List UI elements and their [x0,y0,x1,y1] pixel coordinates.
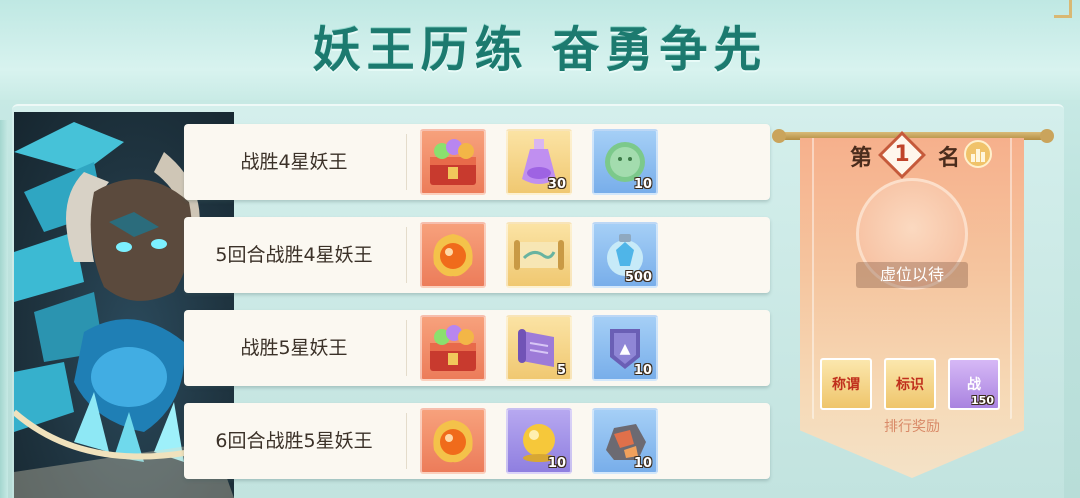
purple-scroll-icon[interactable]: 5 [506,315,572,381]
item-count: 5 [556,363,566,378]
treasure-chest-icon[interactable] [420,315,486,381]
rank-number: 1 [894,142,910,167]
task-row: 战胜5星妖王 5 ▲ 10 [184,310,770,386]
vacant-label: 虚位以待 [856,262,968,288]
badge-token-icon[interactable]: ▲ 10 [592,315,658,381]
item-count: 10 [547,456,566,471]
crystal-pouch-icon[interactable]: 500 [592,222,658,288]
ranking-rewards-label: 排行奖励 [884,419,940,435]
row-divider [406,134,407,190]
reward-text: 称谓 [832,377,860,393]
task-row: 战胜4星妖王 30 10 [184,124,770,200]
reward-text: 标识 [896,377,924,393]
row-divider [406,227,407,283]
item-count: 10 [633,363,652,378]
fire-orb-icon[interactable] [420,222,486,288]
corner-decoration [1054,0,1072,18]
treasure-chest-icon[interactable] [420,129,486,195]
item-count: 30 [547,177,566,192]
fire-orb-icon[interactable] [420,408,486,474]
battle-token-icon[interactable]: 战 150 [948,358,1000,410]
task-label: 6回合战胜5星妖王 [215,430,373,452]
rank-prefix: 第 [850,145,873,171]
scroll-map-icon[interactable] [506,222,572,288]
task-row: 6回合战胜5星妖王 10 10 [184,403,770,479]
page-title: 妖王历练 奋勇争先 [312,22,768,78]
jade-coin-icon[interactable]: 10 [592,129,658,195]
item-count: 10 [633,177,652,192]
task-label: 战胜5星妖王 [240,337,348,359]
row-divider [406,320,407,376]
svg-text:▲: ▲ [620,341,631,357]
mark-plaque-icon[interactable]: 标识 [884,358,936,410]
item-count: 150 [971,394,994,407]
task-row: 5回合战胜4星妖王 500 [184,217,770,293]
task-label: 5回合战胜4星妖王 [215,244,373,266]
task-label: 战胜4星妖王 [240,151,348,173]
item-count: 10 [633,456,652,471]
row-divider [406,413,407,469]
gold-orb-icon[interactable]: 10 [506,408,572,474]
ore-stone-icon[interactable]: 10 [592,408,658,474]
left-edge-decoration [0,120,8,498]
potion-bottle-icon[interactable]: 30 [506,129,572,195]
item-count: 500 [624,270,652,285]
leaderboard-icon[interactable] [964,140,992,168]
banner-rod-cap [1040,129,1054,143]
rank-suffix: 名 [938,145,961,171]
banner-rod-cap [772,129,786,143]
title-plaque-icon[interactable]: 称谓 [820,358,872,410]
